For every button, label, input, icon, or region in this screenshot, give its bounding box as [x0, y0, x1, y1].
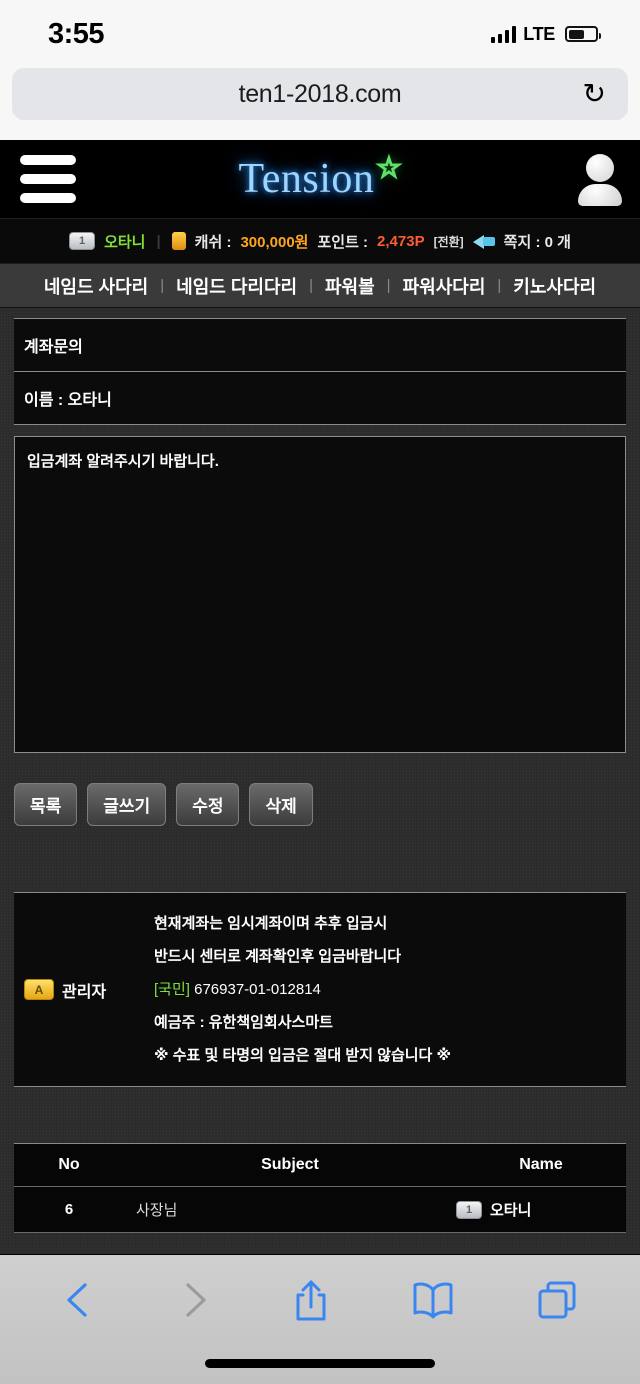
row-name: 오타니: [456, 1186, 626, 1233]
rank-badge-admin-gold-icon: [24, 979, 54, 1000]
post-title: 계좌문의: [14, 318, 626, 372]
point-label: 포인트 :: [317, 233, 369, 251]
reload-icon[interactable]: ↻: [583, 80, 606, 108]
nav-item-1[interactable]: 네임드 다리다리: [164, 273, 309, 299]
tabs-icon[interactable]: [536, 1279, 578, 1321]
site-header: Tension ☆: [0, 140, 640, 218]
edit-button[interactable]: 수정: [176, 783, 240, 826]
cash-value: 300,000원: [240, 233, 309, 251]
battery-icon: [565, 26, 601, 42]
reply-notice: ※ 수표 및 타명의 입금은 절대 받지 않습니다 ※: [154, 1047, 452, 1064]
phone-screen: 3:55 LTE ten1-2018.com ↻ Tension ☆ 오타니 |…: [0, 0, 640, 1384]
post-action-buttons: 목록 글쓰기 수정 삭제: [14, 783, 626, 826]
row-subject[interactable]: 사장님: [124, 1186, 456, 1233]
nav-item-3[interactable]: 파워사다리: [391, 273, 498, 299]
avatar-head: [586, 154, 614, 182]
board-table: No Subject Name 6 사장님 오타니: [14, 1143, 626, 1233]
user-info-bar: 오타니 | 캐쉬 : 300,000원 포인트 : 2,473P [전환] 쪽지…: [0, 218, 640, 264]
cash-label: 캐쉬 :: [194, 233, 232, 251]
reply-line-2: 반드시 센터로 계좌확인후 입금바랍니다: [154, 948, 402, 965]
board-list: No Subject Name 6 사장님 오타니: [14, 1143, 626, 1233]
avatar-body: [578, 184, 622, 206]
back-icon[interactable]: [62, 1279, 96, 1321]
post-author-meta: 이름 : 오타니: [14, 372, 626, 425]
main-navigation: 네임드 사다리 | 네임드 다리다리 | 파워볼 | 파워사다리 | 키노사다리: [0, 264, 640, 308]
rank-badge-silver-icon: [69, 232, 96, 250]
safari-bottom-toolbar: [0, 1255, 640, 1384]
table-header-row: No Subject Name: [14, 1143, 626, 1187]
user-avatar-icon[interactable]: [578, 154, 622, 206]
forward-icon: [177, 1279, 211, 1321]
reply-account-line: [국민] 676937-01-012814: [154, 973, 616, 1006]
url-text[interactable]: ten1-2018.com: [239, 80, 402, 109]
bank-tag: [국민]: [154, 981, 190, 998]
signal-bars-icon: [490, 25, 517, 43]
point-value: 2,473P: [377, 232, 425, 250]
hamburger-menu-icon[interactable]: [20, 155, 76, 203]
url-bar[interactable]: ten1-2018.com ↻: [12, 68, 628, 120]
post-body: 입금계좌 알려주시기 바랍니다.: [14, 436, 626, 753]
rank-badge-silver-icon: [456, 1200, 482, 1219]
message-count[interactable]: 쪽지 : 0 개: [504, 231, 571, 252]
row-no: 6: [14, 1186, 124, 1233]
network-type-label: LTE: [523, 23, 555, 44]
write-button[interactable]: 글쓰기: [87, 783, 167, 826]
account-number: 676937-01-012814: [194, 981, 321, 998]
nav-item-4[interactable]: 키노사다리: [501, 273, 608, 299]
delete-button[interactable]: 삭제: [249, 783, 313, 826]
home-indicator: [205, 1359, 435, 1368]
header-no: No: [14, 1143, 124, 1187]
header-name: Name: [456, 1143, 626, 1187]
reply-body: 현재계좌는 임시계좌이며 추후 입금시 반드시 센터로 계좌확인후 입금바랍니다…: [154, 907, 616, 1072]
status-bar-indicators: LTE: [490, 23, 601, 45]
page-content: 계좌문의 이름 : 오타니 입금계좌 알려주시기 바랍니다. 목록 글쓰기 수정…: [0, 308, 640, 1254]
user-nickname[interactable]: 오타니: [104, 231, 145, 252]
list-button[interactable]: 목록: [14, 783, 78, 826]
info-divider: |: [156, 232, 161, 250]
convert-button[interactable]: [전환]: [434, 233, 464, 250]
reply-author-name: 관리자: [62, 983, 107, 1001]
table-row[interactable]: 6 사장님 오타니: [14, 1186, 626, 1233]
safari-url-bar-container: ten1-2018.com ↻: [0, 68, 640, 140]
nav-item-2[interactable]: 파워볼: [313, 273, 387, 299]
status-bar-clock: 3:55: [48, 17, 105, 50]
reply-author: 관리자: [24, 978, 154, 1002]
header-subject: Subject: [124, 1143, 456, 1187]
nav-item-0[interactable]: 네임드 사다리: [32, 273, 160, 299]
logo-text: Tension: [238, 156, 375, 202]
row-name-text: 오타니: [490, 1202, 532, 1219]
admin-reply: 관리자 현재계좌는 임시계좌이며 추후 입금시 반드시 센터로 계좌확인후 입금…: [14, 892, 626, 1087]
account-holder: 예금주 : 유한책임회사스마트: [154, 1014, 333, 1031]
star-icon: ☆: [375, 151, 402, 184]
share-icon[interactable]: [291, 1277, 331, 1323]
site-logo[interactable]: Tension ☆: [238, 151, 403, 203]
bookmarks-icon[interactable]: [411, 1279, 455, 1321]
reply-line-1: 현재계좌는 임시계좌이며 추후 입금시: [154, 915, 388, 932]
ios-status-bar: 3:55 LTE: [0, 0, 640, 68]
message-icon[interactable]: [472, 233, 495, 250]
coin-icon: [171, 232, 186, 250]
